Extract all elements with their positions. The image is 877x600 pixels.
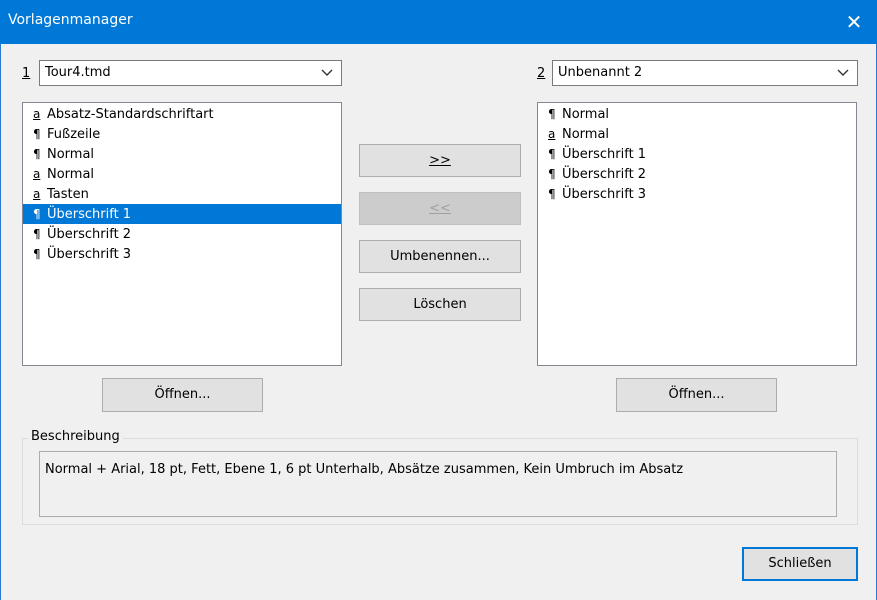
window-border-left bbox=[0, 44, 1, 600]
character-style-icon: a bbox=[33, 107, 41, 121]
copy-right-label: >> bbox=[429, 153, 451, 168]
close-button-label: Schließen bbox=[768, 556, 832, 571]
paragraph-style-icon: ¶ bbox=[33, 247, 41, 261]
description-box: Normal + Arial, 18 pt, Fett, Ebene 1, 6 … bbox=[39, 451, 837, 517]
copy-left-button[interactable]: << bbox=[359, 192, 521, 225]
character-style-icon: a bbox=[33, 187, 41, 201]
close-button[interactable]: Schließen bbox=[742, 547, 858, 581]
paragraph-style-icon: ¶ bbox=[33, 127, 41, 141]
left-number-label: 1 bbox=[22, 66, 31, 81]
rename-label: Umbenennen... bbox=[390, 249, 490, 264]
rename-button[interactable]: Umbenennen... bbox=[359, 240, 521, 273]
description-title: Beschreibung bbox=[28, 429, 123, 444]
list-item[interactable]: a Absatz-Standardschriftart bbox=[23, 104, 341, 124]
right-number-label: 2 bbox=[537, 66, 546, 81]
list-item[interactable]: a Normal bbox=[23, 164, 341, 184]
character-style-icon: a bbox=[33, 167, 41, 181]
list-item[interactable]: ¶ Normal bbox=[538, 104, 856, 124]
list-item[interactable]: ¶ Fußzeile bbox=[23, 124, 341, 144]
list-item-label: Normal bbox=[562, 127, 610, 142]
list-item-label: Überschrift 3 bbox=[562, 187, 647, 202]
list-item-label: Fußzeile bbox=[47, 127, 101, 142]
list-item-label: Überschrift 1 bbox=[562, 147, 647, 162]
left-template-value: Tour4.tmd bbox=[45, 65, 111, 80]
left-open-button[interactable]: Öffnen... bbox=[102, 378, 263, 412]
title-bar: Vorlagenmanager ✕ bbox=[0, 0, 877, 44]
paragraph-style-icon: ¶ bbox=[548, 187, 556, 201]
list-item[interactable]: ¶ Überschrift 1 bbox=[538, 144, 856, 164]
delete-label: Löschen bbox=[413, 297, 467, 312]
list-item[interactable]: ¶ Überschrift 2 bbox=[23, 224, 341, 244]
list-item[interactable]: ¶ Normal bbox=[23, 144, 341, 164]
paragraph-style-icon: ¶ bbox=[548, 147, 556, 161]
chevron-down-icon bbox=[321, 69, 333, 76]
list-item-label: Normal bbox=[47, 167, 95, 182]
paragraph-style-icon: ¶ bbox=[548, 167, 556, 181]
right-open-label: Öffnen... bbox=[668, 387, 725, 402]
list-item-label: Überschrift 2 bbox=[47, 227, 132, 242]
paragraph-style-icon: ¶ bbox=[33, 207, 41, 221]
list-item-label: Normal bbox=[47, 147, 95, 162]
character-style-icon: a bbox=[548, 127, 556, 141]
list-item[interactable]: ¶ Überschrift 3 bbox=[23, 244, 341, 264]
right-style-list[interactable]: ¶ Normal a Normal ¶ Überschrift 1 ¶ Überschrift… bbox=[537, 102, 857, 366]
list-item-label: Tasten bbox=[47, 187, 89, 202]
chevron-down-icon bbox=[837, 69, 849, 76]
window-title: Vorlagenmanager bbox=[8, 12, 133, 28]
list-item-label: Überschrift 2 bbox=[562, 167, 647, 182]
right-template-value: Unbenannt 2 bbox=[558, 65, 643, 80]
description-text: Normal + Arial, 18 pt, Fett, Ebene 1, 6 … bbox=[45, 462, 684, 477]
list-item-label: Überschrift 1 bbox=[47, 207, 132, 222]
copy-left-label: << bbox=[429, 201, 451, 216]
left-open-label: Öffnen... bbox=[154, 387, 211, 402]
list-item-label: Absatz-Standardschriftart bbox=[47, 107, 214, 122]
left-template-select[interactable]: Tour4.tmd bbox=[39, 60, 342, 86]
left-style-list[interactable]: a Absatz-Standardschriftart ¶ Fußzeile ¶ Norm… bbox=[22, 102, 342, 366]
right-template-select[interactable]: Unbenannt 2 bbox=[552, 60, 858, 86]
paragraph-style-icon: ¶ bbox=[33, 147, 41, 161]
list-item[interactable]: ¶ Überschrift 2 bbox=[538, 164, 856, 184]
list-item[interactable]: a Tasten bbox=[23, 184, 341, 204]
list-item[interactable]: ¶ Überschrift 3 bbox=[538, 184, 856, 204]
delete-button[interactable]: Löschen bbox=[359, 288, 521, 321]
right-open-button[interactable]: Öffnen... bbox=[616, 378, 777, 412]
list-item-label: Normal bbox=[562, 107, 610, 122]
list-item[interactable]: ¶ Überschrift 1 bbox=[23, 204, 341, 224]
close-icon[interactable]: ✕ bbox=[831, 0, 877, 44]
paragraph-style-icon: ¶ bbox=[33, 227, 41, 241]
list-item-label: Überschrift 3 bbox=[47, 247, 132, 262]
copy-right-button[interactable]: >> bbox=[359, 144, 521, 177]
list-item[interactable]: a Normal bbox=[538, 124, 856, 144]
paragraph-style-icon: ¶ bbox=[548, 107, 556, 121]
